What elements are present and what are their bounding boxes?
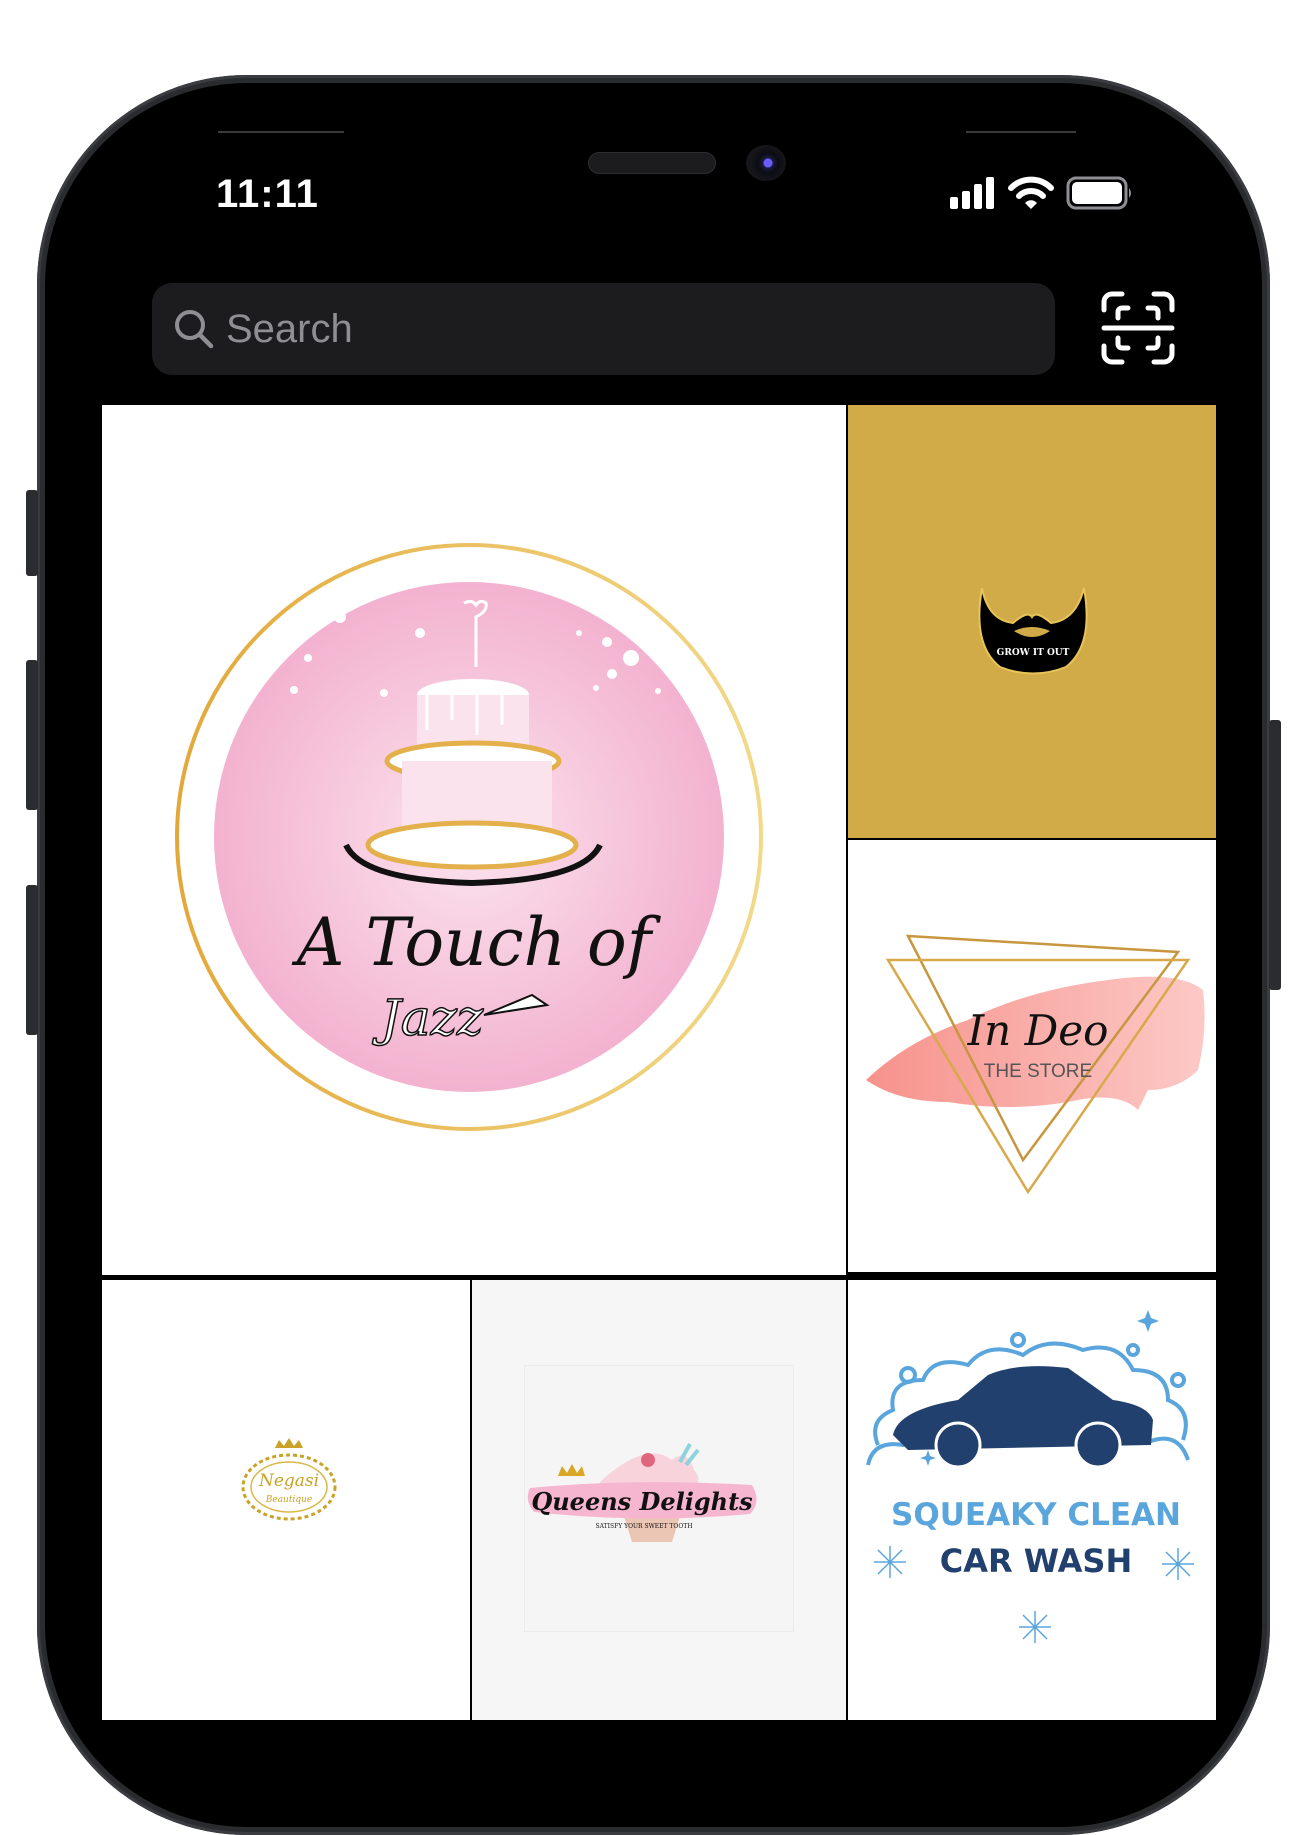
car-wash-logo: SQUEAKY CLEAN CAR WASH — [866, 1310, 1194, 1643]
queens-delights-logo: Queens Delights SATISFY YOUR SWEET TOOTH — [527, 1443, 757, 1542]
grid-tile-queens-delights[interactable]: Queens Delights SATISFY YOUR SWEET TOOTH — [472, 1280, 846, 1720]
logo-line-1: A Touch of — [291, 904, 662, 981]
action-button — [26, 490, 38, 576]
logo-line-1: SQUEAKY CLEAN — [891, 1497, 1181, 1533]
negasi-logo: Negasi Beautique — [241, 1438, 337, 1521]
scan-text-icon — [1101, 291, 1175, 365]
logo-line-2: Beautique — [265, 1495, 312, 1505]
beard-logo: GROW IT OUT — [978, 587, 1088, 675]
logo-line-1: Queens Delights — [531, 1487, 753, 1516]
in-deo-logo: In Deo THE STORE — [866, 934, 1205, 1195]
search-bar[interactable] — [152, 283, 1055, 375]
logo-line-1: GROW IT OUT — [997, 648, 1070, 658]
grid-tile-grow-it-out[interactable]: GROW IT OUT — [848, 405, 1216, 838]
grid-tile-in-deo[interactable]: In Deo THE STORE — [848, 840, 1216, 1272]
wifi-icon — [1008, 176, 1054, 209]
grid-tile-touch-of-jazz[interactable]: A Touch of Jazz — [102, 405, 846, 1275]
antenna-line-right — [966, 131, 1076, 133]
logo-line-2: CAR WASH — [940, 1542, 1132, 1580]
grid-tile-squeaky-clean[interactable]: SQUEAKY CLEAN CAR WASH — [848, 1280, 1216, 1720]
earpiece-speaker — [588, 152, 716, 174]
touch-of-jazz-logo: A Touch of Jazz — [175, 543, 763, 1131]
logo-line-2: THE STORE — [984, 1061, 1092, 1082]
front-camera — [746, 145, 786, 181]
logo-line-1: In Deo — [967, 1006, 1109, 1055]
search-input[interactable] — [224, 305, 988, 353]
volume-down-button — [26, 885, 38, 1035]
scan-text-button[interactable] — [1100, 290, 1176, 366]
logo-line-2: SATISFY YOUR SWEET TOOTH — [595, 1523, 692, 1530]
status-icons — [950, 176, 1134, 210]
logo-line-2: Jazz — [372, 989, 484, 1047]
cellular-signal-icon — [950, 177, 994, 209]
power-button — [1269, 720, 1281, 990]
search-icon — [175, 310, 214, 349]
antenna-line-left — [218, 131, 344, 133]
battery-icon — [1066, 176, 1131, 210]
grid-tile-negasi-beautique[interactable]: Negasi Beautique — [102, 1280, 470, 1720]
logo-line-1: Negasi — [258, 1471, 319, 1491]
volume-up-button — [26, 660, 38, 810]
status-time: 11:11 — [216, 172, 319, 216]
